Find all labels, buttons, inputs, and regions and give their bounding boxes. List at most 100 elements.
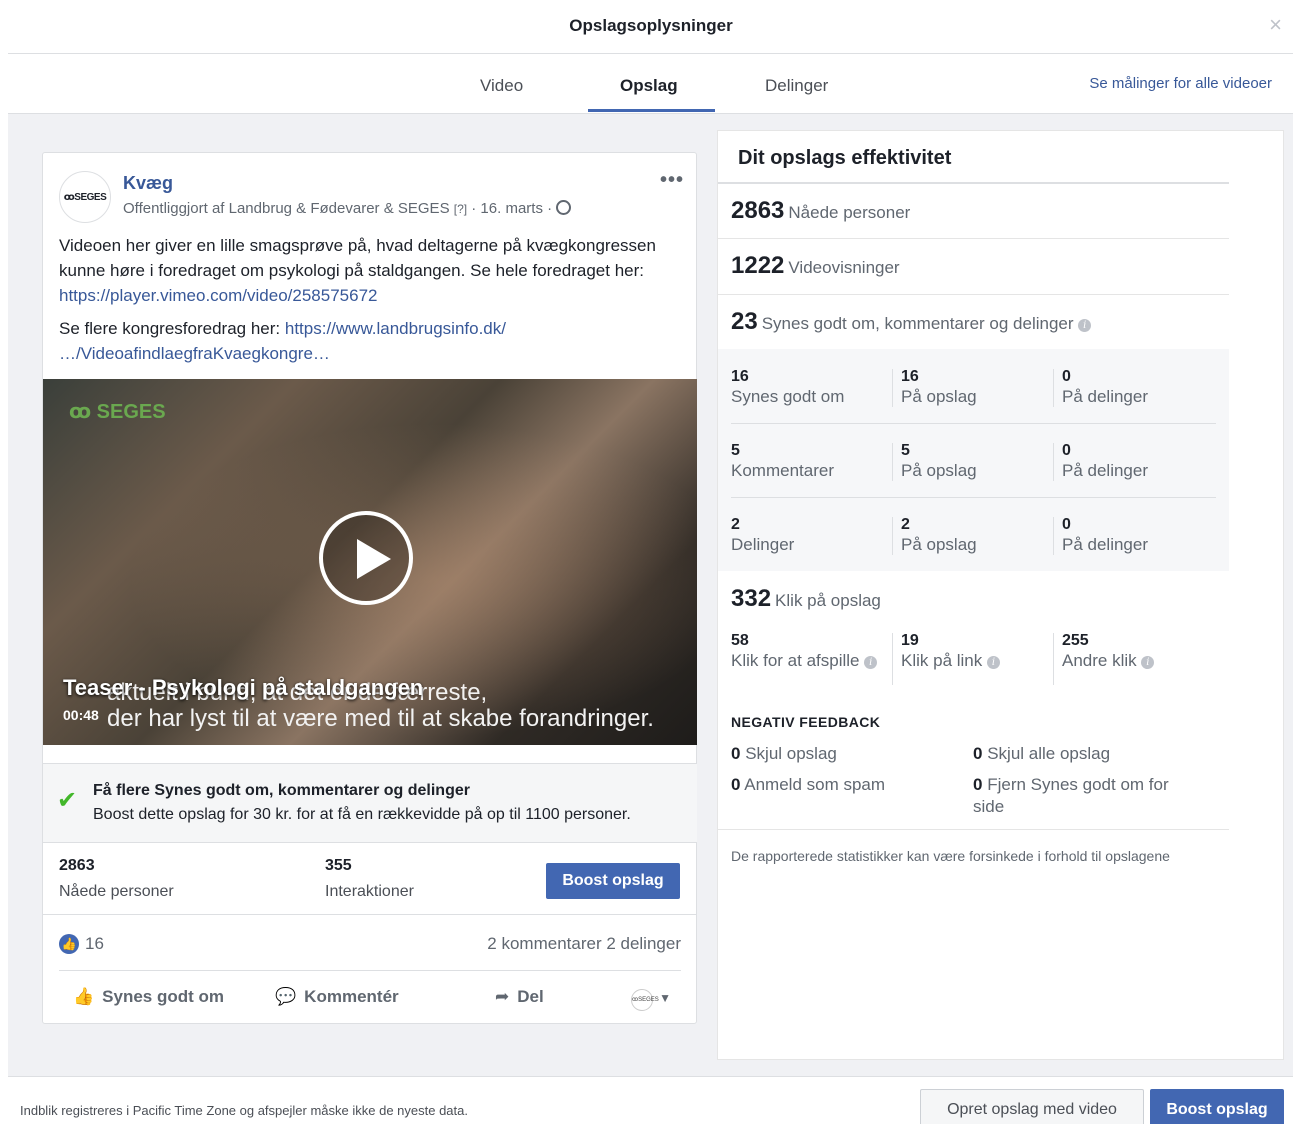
reach-value: 2863 — [59, 857, 95, 874]
report-spam: 0 Anmeld som spam — [731, 775, 886, 794]
comments-shares-count[interactable]: 2 kommentarer 2 delinger — [487, 934, 681, 954]
post-actions: 👍 Synes godt om 💬 Kommentér ➦ Del ꝏSEGES ▼ — [59, 970, 681, 1024]
divider — [1053, 369, 1054, 407]
tab-bar: Video Opslag Delinger Se målinger for al… — [8, 54, 1293, 114]
share-button[interactable]: ➦ Del — [495, 987, 544, 1007]
comment-button[interactable]: 💬 Kommentér — [275, 987, 399, 1007]
interactions-value: 355 — [325, 857, 352, 874]
footer-boost-button[interactable]: Boost opslag — [1150, 1089, 1284, 1124]
video-watermark-logo: ꝏ SEGES — [69, 401, 166, 423]
page-name[interactable]: Kvæg — [123, 173, 173, 194]
clicks-metric: 332 Klik på opslag — [731, 585, 881, 613]
create-video-post-button[interactable]: Opret opslag med video — [920, 1089, 1144, 1124]
info-icon[interactable]: i — [1078, 319, 1092, 332]
tab-video[interactable]: Video — [480, 76, 523, 96]
stats-disclaimer: De rapporterede statistikker kan være fo… — [731, 848, 1170, 864]
divider — [731, 423, 1216, 424]
likes-total: 16 Synes godt om — [731, 368, 845, 406]
shares-total: 2 Delinger — [731, 516, 795, 554]
views-metric: 1222 Videovisninger — [731, 252, 900, 280]
views-metric-value: 1222 — [731, 252, 785, 279]
panel-title: Dit opslags effektivitet — [738, 147, 952, 169]
play-icon[interactable] — [319, 511, 413, 605]
info-icon[interactable]: i — [1141, 656, 1155, 669]
all-videos-metrics-link[interactable]: Se målinger for alle videoer — [1089, 75, 1272, 92]
info-icon[interactable]: i — [987, 656, 1000, 669]
engagement-metric-label: Synes godt om, kommentarer og delinger — [761, 314, 1074, 333]
footer-note: Indblik registreres i Pacific Time Zone … — [20, 1103, 468, 1118]
divider — [1053, 517, 1054, 555]
comments-on-shares: 0 På delinger — [1062, 442, 1149, 480]
divider — [718, 294, 1229, 295]
divider — [731, 497, 1216, 498]
performance-panel: Dit opslags effektivitet 2863 Nåede perso… — [717, 130, 1284, 1060]
interactions-label: Interaktioner — [325, 883, 414, 900]
post-text-line3-prefix: Se flere kongresforedrag her: — [59, 319, 281, 338]
share-icon: ➦ — [495, 987, 510, 1006]
page-avatar[interactable]: ꝏSEGES — [59, 171, 111, 223]
publisher-link[interactable]: Landbrug & Fødevarer & SEGES — [229, 200, 450, 217]
other-clicks: 255 Andre klik i — [1062, 631, 1155, 671]
thumbs-up-icon: 👍 — [73, 987, 95, 1006]
post-text: Videoen her giver en lille smagsprøve på… — [59, 233, 679, 374]
comments-on-post: 5 På opslag — [901, 442, 977, 480]
tab-opslag[interactable]: Opslag — [620, 76, 678, 96]
unlike-page: 0 Fjern Synes godt om for side — [973, 775, 1169, 816]
post-text-line2-prefix: Se hele foredraget her: — [470, 261, 645, 280]
dialog-header: Opslagsoplysninger × — [8, 0, 1293, 54]
video-player[interactable]: ꝏ SEGES aktuelt i bund, at det er de fær… — [43, 379, 697, 745]
like-reaction-icon[interactable]: 👍 — [59, 934, 79, 954]
divider — [1053, 633, 1054, 685]
video-title: Teaser - Psykologi på staldgangen — [63, 675, 424, 700]
divider — [718, 238, 1229, 239]
published-prefix: Offentliggjort af — [123, 200, 225, 217]
boost-suggestion-heading: Få flere Synes godt om, kommentarer og d… — [93, 782, 470, 799]
divider — [718, 182, 1229, 184]
like-count[interactable]: 16 — [85, 934, 104, 954]
link-clicks: 19 Klik på link i — [901, 631, 1000, 671]
divider — [1053, 443, 1054, 481]
divider — [892, 517, 893, 555]
video-duration: 00:48 — [63, 707, 99, 723]
checkmark-icon: ✔ — [57, 787, 78, 814]
tab-delinger[interactable]: Delinger — [765, 76, 828, 96]
reach-metric-label: Nåede personer — [788, 203, 911, 222]
more-options-icon[interactable]: ••• — [660, 169, 684, 192]
likes-on-shares: 0 På delinger — [1062, 368, 1149, 406]
hide-all-posts: 0 Skjul alle opslag — [973, 744, 1111, 763]
divider — [892, 633, 893, 685]
boost-post-button[interactable]: Boost opslag — [546, 863, 680, 899]
clicks-metric-label: Klik på opslag — [775, 591, 881, 610]
divider — [892, 369, 893, 407]
info-icon[interactable]: i — [864, 656, 878, 669]
clicks-metric-value: 332 — [731, 585, 772, 612]
negative-feedback-title: NEGATIV FEEDBACK — [731, 714, 881, 730]
help-link[interactable]: [?] — [454, 202, 467, 216]
likes-on-post: 16 På opslag — [901, 368, 977, 406]
chevron-down-icon[interactable]: ▼ — [659, 991, 671, 1005]
shares-on-post: 2 På opslag — [901, 516, 977, 554]
play-clicks: 58 Klik for at afspille i — [731, 631, 881, 671]
post-stats: 2863 Nåede personer 355 Interaktioner Bo… — [43, 843, 697, 915]
page-identity-avatar[interactable]: ꝏSEGES — [631, 989, 659, 1011]
vimeo-link[interactable]: https://player.vimeo.com/video/258575672 — [59, 286, 377, 305]
comments-total: 5 Kommentarer — [731, 442, 834, 480]
share-button-label: Del — [517, 987, 544, 1006]
active-tab-indicator — [588, 109, 715, 112]
close-icon[interactable]: × — [1269, 14, 1282, 36]
globe-icon — [556, 200, 572, 215]
engagement-metric-value: 23 — [731, 308, 758, 335]
comment-icon: 💬 — [275, 987, 297, 1006]
boost-suggestion: ✔ Få flere Synes godt om, kommentarer og… — [43, 763, 697, 843]
engagement-breakdown: 16 Synes godt om 16 På opslag 0 På delinger… — [718, 349, 1229, 571]
like-button-label: Synes godt om — [102, 987, 225, 1006]
dialog-title: Opslagsoplysninger — [569, 16, 733, 35]
views-metric-label: Videovisninger — [788, 258, 900, 277]
hide-post: 0 Skjul opslag — [731, 744, 837, 763]
reactions-row: 👍 16 2 kommentarer 2 delinger — [43, 916, 697, 970]
like-button[interactable]: 👍 Synes godt om — [73, 987, 224, 1007]
post-card: ꝏSEGES Kvæg Offentliggjort af Landbrug &… — [42, 152, 697, 1024]
post-date[interactable]: · 16. marts · — [471, 200, 552, 217]
post-meta: Offentliggjort af Landbrug & Fødevarer &… — [123, 200, 572, 217]
boost-suggestion-text: Boost dette opslag for 30 kr. for at få … — [93, 806, 631, 823]
